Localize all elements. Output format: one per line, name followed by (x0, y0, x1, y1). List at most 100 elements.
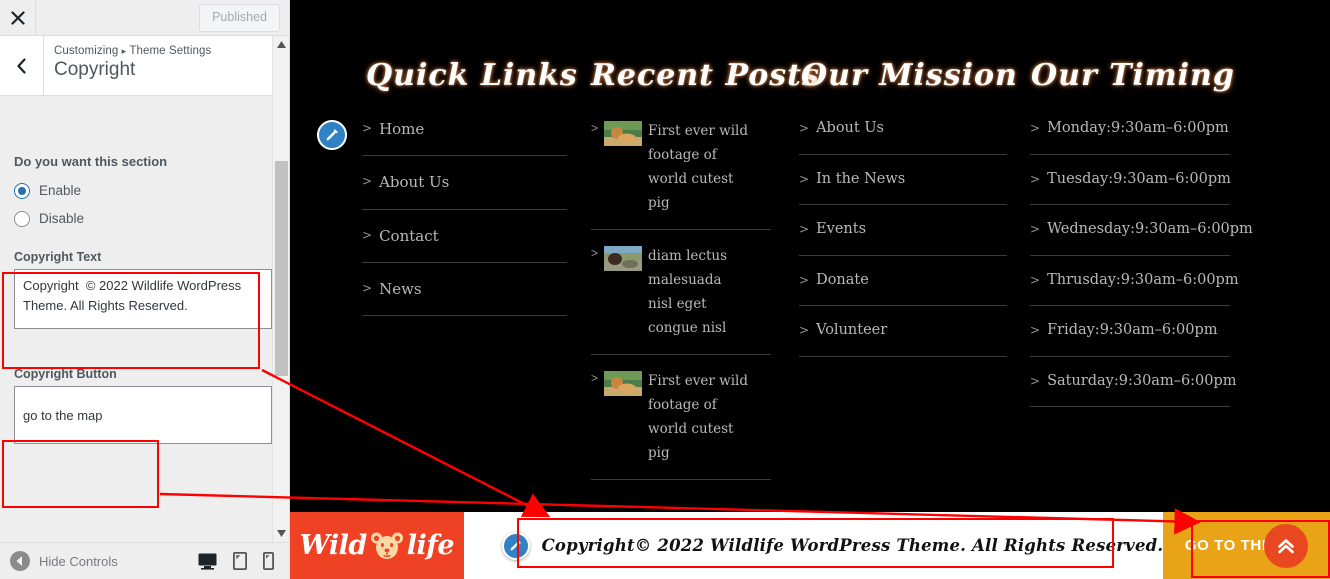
list-item[interactable]: > Home (362, 119, 567, 157)
mission-link-label: Events (816, 221, 867, 238)
timing-label: Wednesday:9:30am–6:00pm (1047, 221, 1253, 238)
chevron-right-icon: > (362, 227, 373, 242)
list-item[interactable]: > Wednesday:9:30am–6:00pm (1030, 220, 1253, 256)
our-timing-heading: Our Timing (1031, 58, 1235, 93)
list-item[interactable]: > Contact (362, 226, 567, 263)
scrollbar-thumb[interactable] (275, 161, 288, 376)
breadcrumb-parent: Theme Settings (129, 45, 212, 57)
quick-links-list: > Home > About Us > Contact > News (362, 119, 567, 316)
logo-text-left: Wild (299, 530, 368, 561)
our-timing-list: > Monday:9:30am–6:00pm > Tuesday:9:30am–6:… (1030, 119, 1253, 408)
section-question-label: Do you want this section (14, 154, 168, 169)
list-item[interactable]: > diam lectus malesuada nisl eget congue… (591, 244, 771, 356)
radio-disable[interactable]: Disable (14, 210, 259, 227)
list-item[interactable]: > About Us (799, 119, 1007, 155)
chevron-right-icon: > (1030, 373, 1041, 388)
tablet-preview-icon[interactable] (233, 552, 247, 570)
customizer-controls-body: Do you want this section Enable Disable … (0, 97, 273, 542)
footer-column-our-timing: Our Timing > Monday:9:30am–6:00pm > Tuesda… (1026, 58, 1326, 512)
bear-thumbnail (604, 246, 643, 272)
quick-link-label: News (379, 279, 422, 298)
go-to-the-map-button[interactable]: GO TO THE (1163, 512, 1330, 579)
timing-label: Monday:9:30am–6:00pm (1047, 120, 1229, 136)
our-mission-heading: Our Mission (801, 58, 1018, 93)
quick-link-label: About Us (379, 173, 450, 192)
copyright-text-input[interactable]: Copyright © 2022 Wildlife WordPress Them… (14, 269, 272, 330)
list-item[interactable]: > Events (799, 220, 1007, 256)
radio-disable-input[interactable] (14, 210, 30, 227)
go-to-the-map-label: GO TO THE (1184, 537, 1273, 554)
chevron-right-icon: > (1030, 171, 1041, 186)
list-item[interactable]: > News (362, 279, 567, 316)
sidebar-scrollbar[interactable] (272, 36, 289, 542)
panel-titles: Customizing ▸ Theme Settings Copyright (44, 36, 289, 95)
site-logo[interactable]: Wild life (290, 512, 464, 579)
radio-disable-label: Disable (39, 211, 85, 227)
timing-label: Saturday:9:30am–6:00pm (1047, 372, 1237, 389)
customizer-footer: Hide Controls (0, 542, 289, 579)
copyright-button-input[interactable] (14, 386, 272, 445)
footer-column-recent-posts: Recent Posts > First ever wild footage o… (568, 58, 820, 512)
close-icon[interactable] (0, 0, 36, 35)
list-item[interactable]: > About Us (362, 172, 567, 210)
hide-controls-button[interactable]: Hide Controls (10, 551, 118, 571)
timing-label: Tuesday:9:30am–6:00pm (1047, 170, 1231, 187)
chevron-right-icon: > (591, 121, 599, 135)
list-item[interactable]: > Thrusday:9:30am–6:00pm (1030, 271, 1239, 307)
mission-link-label: About Us (816, 120, 884, 136)
site-bottom-bar: Wild life Copyright© 2022 Wildlife WordP… (290, 512, 1330, 579)
customizer-topbar: Published (0, 0, 289, 36)
scroll-up-arrow-icon[interactable] (273, 36, 289, 53)
customizer-panel-header: Customizing ▸ Theme Settings Copyright (0, 36, 289, 96)
recent-posts-list: > First ever wild footage of world cutes… (591, 119, 771, 481)
lion-thumbnail (604, 121, 643, 146)
chevron-right-icon: > (799, 222, 810, 237)
scroll-to-top-button[interactable] (1264, 523, 1308, 568)
list-item[interactable]: > Friday:9:30am–6:00pm (1030, 321, 1230, 357)
chevron-right-icon: > (591, 246, 599, 261)
copyright-button-label: Copyright Button (14, 367, 117, 382)
copyright-text: Copyright© 2022 Wildlife WordPress Theme… (541, 536, 1164, 555)
chevron-right-icon: > (799, 121, 810, 135)
collapse-left-icon (10, 551, 30, 571)
list-item[interactable]: > Monday:9:30am–6:00pm (1030, 119, 1230, 155)
chevron-right-icon: > (1030, 272, 1041, 287)
desktop-preview-icon[interactable] (198, 552, 217, 570)
edit-copyright-pencil-icon[interactable] (501, 531, 530, 560)
breadcrumb: Customizing ▸ Theme Settings (54, 45, 289, 57)
customizer-sidebar: Published Customizing ▸ Theme Settings C… (0, 0, 290, 579)
recent-posts-heading: Recent Posts (591, 58, 820, 93)
radio-enable-input[interactable] (14, 182, 30, 199)
list-item[interactable]: > Tuesday:9:30am–6:00pm (1030, 170, 1231, 206)
screen-root: Published Customizing ▸ Theme Settings C… (0, 0, 1330, 579)
list-item[interactable]: > In the News (799, 170, 1007, 206)
list-item[interactable]: > Saturday:9:30am–6:00pm (1030, 372, 1237, 408)
chevron-right-icon: > (799, 171, 810, 186)
recent-post-title: First ever wild footage of world cutest … (648, 123, 748, 212)
scroll-down-arrow-icon[interactable] (273, 525, 289, 542)
list-item[interactable]: > Donate (799, 271, 1007, 307)
chevron-right-icon: > (362, 121, 373, 135)
bear-face-icon (370, 531, 404, 561)
chevron-right-icon: > (362, 174, 373, 189)
recent-post-title: First ever wild footage of world cutest … (648, 373, 748, 462)
list-item[interactable]: > First ever wild footage of world cutes… (591, 369, 771, 481)
chevron-left-icon[interactable] (0, 36, 44, 95)
list-item[interactable]: > First ever wild footage of world cutes… (591, 119, 771, 231)
radio-enable[interactable]: Enable (14, 182, 259, 199)
device-preview-switcher (198, 552, 274, 570)
chevron-right-icon: > (362, 280, 373, 295)
mobile-preview-icon[interactable] (263, 552, 274, 570)
chevron-right-icon: > (1030, 121, 1041, 135)
chevron-right-icon: > (1030, 323, 1041, 338)
mission-link-label: Volunteer (816, 322, 888, 339)
our-mission-list: > About Us > In the News > Events > Donate >… (799, 119, 1007, 357)
chevron-right-icon: > (1030, 222, 1041, 237)
list-item[interactable]: > Volunteer (799, 321, 1007, 357)
page-title: Copyright (54, 59, 136, 80)
edit-widget-pencil-icon[interactable] (317, 120, 347, 150)
mission-link-label: In the News (816, 170, 906, 187)
publish-button[interactable]: Published (199, 3, 280, 32)
breadcrumb-caret-icon: ▸ (121, 46, 127, 56)
